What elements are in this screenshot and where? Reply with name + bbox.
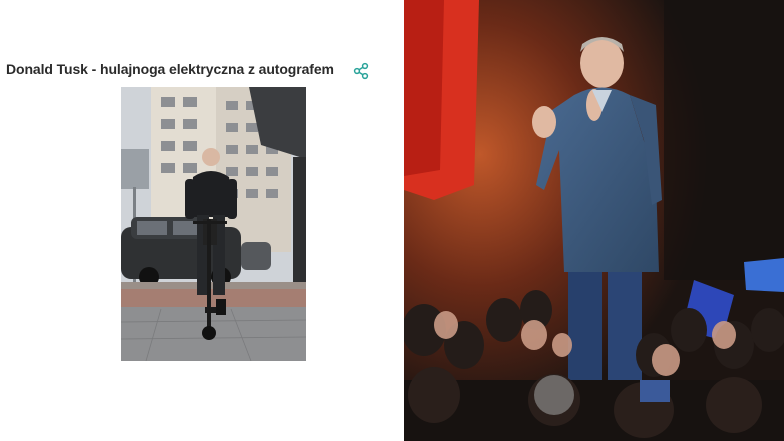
product-card: Donald Tusk - hulajnoga elektryczna z au…: [0, 0, 404, 441]
page-title: Donald Tusk - hulajnoga elektryczna z au…: [6, 61, 334, 77]
scooter-photo: [121, 87, 306, 361]
share-icon[interactable]: [352, 62, 370, 80]
rally-photo: [404, 0, 784, 441]
